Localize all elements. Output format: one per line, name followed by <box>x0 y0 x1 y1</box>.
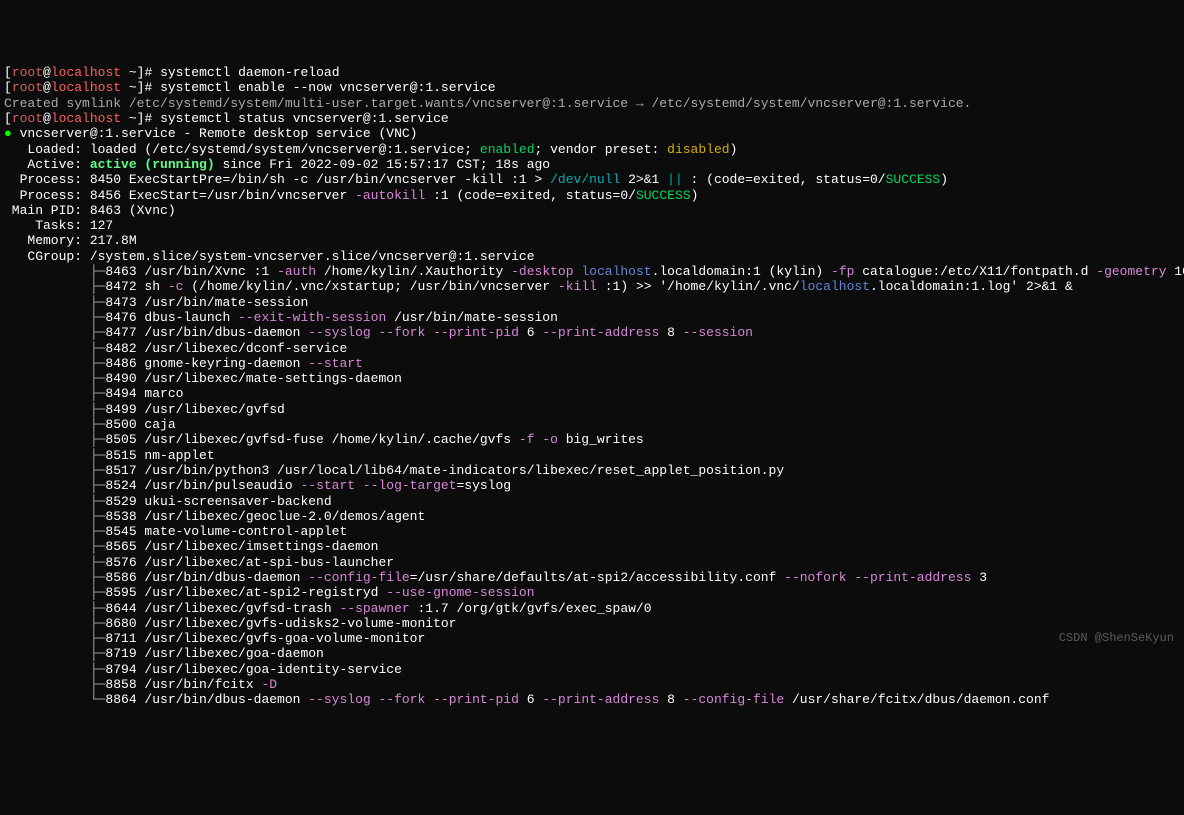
tree-row: ├─8482 /usr/libexec/dconf-service <box>4 341 347 356</box>
tree-row: ├─8476 dbus-launch --exit-with-session /… <box>4 310 558 325</box>
memory-line: Memory: 217.8M <box>4 233 137 248</box>
command[interactable]: systemctl daemon-reload <box>160 65 339 80</box>
tree-row: └─8864 /usr/bin/dbus-daemon --syslog --f… <box>4 692 1049 707</box>
command[interactable]: systemctl status vncserver@:1.service <box>160 111 449 126</box>
prompt: [root@localhost ~]# <box>4 80 160 95</box>
loaded-line: Loaded: loaded (/etc/systemd/system/vncs… <box>4 142 737 157</box>
tree-row: ├─8477 /usr/bin/dbus-daemon --syslog --f… <box>4 325 753 340</box>
tree-row: ├─8576 /usr/libexec/at-spi-bus-launcher <box>4 555 394 570</box>
tree-row: ├─8524 /usr/bin/pulseaudio --start --log… <box>4 478 511 493</box>
tree-row: ├─8565 /usr/libexec/imsettings-daemon <box>4 539 378 554</box>
prompt: [root@localhost ~]# <box>4 111 160 126</box>
prompt: [root@localhost ~]# <box>4 65 160 80</box>
tree-row: ├─8538 /usr/libexec/geoclue-2.0/demos/ag… <box>4 509 425 524</box>
command[interactable]: systemctl enable --now vncserver@:1.serv… <box>160 80 495 95</box>
tree-row: ├─8486 gnome-keyring-daemon --start <box>4 356 363 371</box>
tree-row: ├─8472 sh -c (/home/kylin/.vnc/xstartup;… <box>4 279 1073 294</box>
tree-row: ├─8586 /usr/bin/dbus-daemon --config-fil… <box>4 570 987 585</box>
tree-row: ├─8473 /usr/bin/mate-session <box>4 295 308 310</box>
cgroup-line: CGroup: /system.slice/system-vncserver.s… <box>4 249 535 264</box>
active-line: Active: active (running) since Fri 2022-… <box>4 157 550 172</box>
tree-row: ├─8595 /usr/libexec/at-spi2-registryd --… <box>4 585 535 600</box>
watermark: CSDN @ShenSeKyun <box>1059 631 1174 646</box>
tree-row: ├─8494 marco <box>4 386 183 401</box>
unit-name: vncserver@:1.service - Remote desktop se… <box>12 126 418 141</box>
tree-row: ├─8680 /usr/libexec/gvfs-udisks2-volume-… <box>4 616 456 631</box>
process-line: Process: 8456 ExecStart=/usr/bin/vncserv… <box>4 188 698 203</box>
tree-row: ├─8529 ukui-screensaver-backend <box>4 494 332 509</box>
tree-row: ├─8711 /usr/libexec/gvfs-goa-volume-moni… <box>4 631 425 646</box>
process-line: Process: 8450 ExecStartPre=/bin/sh -c /u… <box>4 172 948 187</box>
tree-row: ├─8644 /usr/libexec/gvfsd-trash --spawne… <box>4 601 652 616</box>
tree-row: ├─8517 /usr/bin/python3 /usr/local/lib64… <box>4 463 784 478</box>
tree-row: ├─8499 /usr/libexec/gvfsd <box>4 402 285 417</box>
tree-row: ├─8463 /usr/bin/Xvnc :1 -auth /home/kyli… <box>4 264 1184 279</box>
tasks-line: Tasks: 127 <box>4 218 113 233</box>
tree-row: ├─8794 /usr/libexec/goa-identity-service <box>4 662 402 677</box>
tree-row: ├─8500 caja <box>4 417 176 432</box>
tree-row: ├─8490 /usr/libexec/mate-settings-daemon <box>4 371 402 386</box>
tree-row: ├─8505 /usr/libexec/gvfsd-fuse /home/kyl… <box>4 432 644 447</box>
tree-row: ├─8719 /usr/libexec/goa-daemon <box>4 646 324 661</box>
terminal-output: [root@localhost ~]# systemctl daemon-rel… <box>4 65 1180 707</box>
output-line: Created symlink /etc/systemd/system/mult… <box>4 96 971 111</box>
status-dot-icon: ● <box>4 126 12 141</box>
tree-row: ├─8515 nm-applet <box>4 448 215 463</box>
tree-row: ├─8858 /usr/bin/fcitx -D <box>4 677 277 692</box>
mainpid-line: Main PID: 8463 (Xvnc) <box>4 203 176 218</box>
tree-row: ├─8545 mate-volume-control-applet <box>4 524 347 539</box>
